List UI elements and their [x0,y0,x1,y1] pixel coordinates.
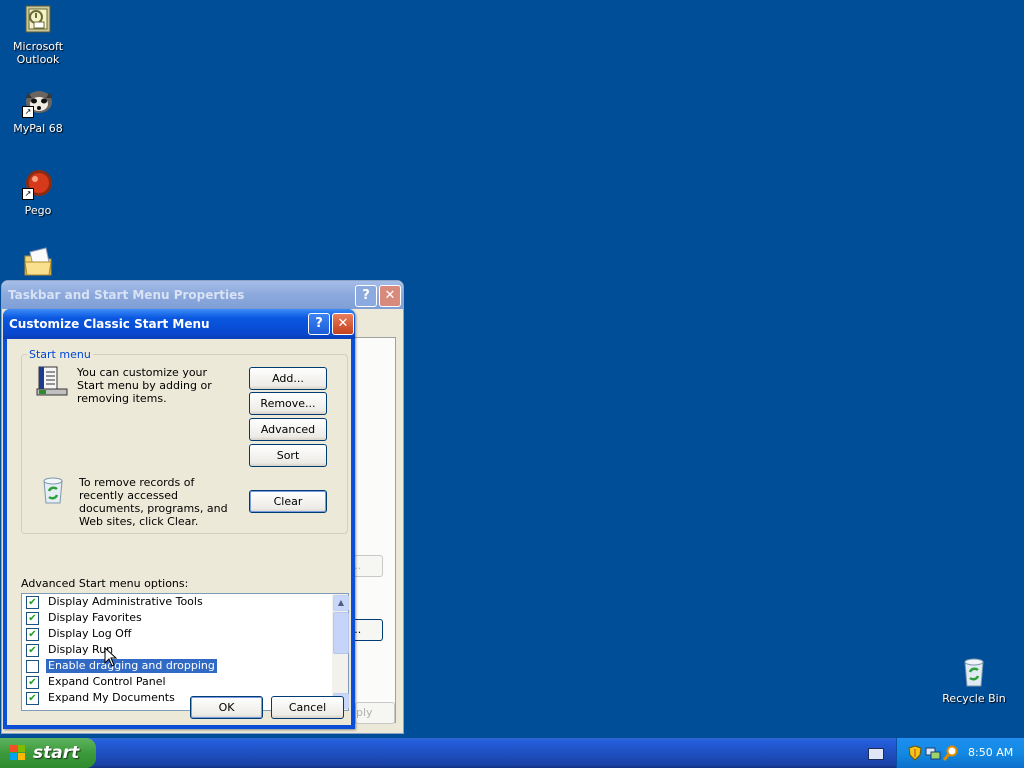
advanced-options-list[interactable]: ✔ Display Administrative Tools ✔ Display… [21,593,349,711]
start-label: start [33,743,80,763]
customize-description: You can customize your Start menu by add… [77,366,212,405]
list-item[interactable]: ✔ Display Run [26,642,326,658]
folder-envelope-icon [22,246,54,278]
desktop-icon-label: Microsoft Outlook [12,40,64,66]
clock[interactable]: 8:50 AM [968,738,1013,768]
checkbox[interactable]: ✔ [26,628,39,641]
pego-icon: ↗ [22,168,54,200]
option-label: Expand My Documents [48,691,175,704]
group-label: Start menu [27,348,93,361]
add-button[interactable]: Add... [249,367,327,390]
option-label: Display Administrative Tools [48,595,203,608]
recycle-bin-icon [958,656,990,688]
help-button[interactable]: ? [355,285,377,307]
checkbox[interactable]: ✔ [26,596,39,609]
desktop-icon-pego[interactable]: ↗ Pego [0,168,76,217]
outlook-icon [22,4,54,36]
scroll-up-icon[interactable]: ▲ [333,595,349,611]
shortcut-arrow-icon: ↗ [22,188,34,200]
customize-classic-start-menu-dialog[interactable]: Customize Classic Start Menu ? ✕ Start m… [3,309,355,729]
network-icon[interactable] [925,745,941,761]
option-label: Display Favorites [48,611,142,624]
advanced-options-label: Advanced Start menu options: [21,577,189,590]
list-item[interactable]: Enable dragging and dropping [26,658,326,674]
clear-button[interactable]: Clear [249,490,327,513]
obscured-apply-button[interactable]: ply [355,702,395,724]
desktop-icon-label: MyPal 68 [13,122,63,135]
start-button[interactable]: start [0,738,96,768]
dialog-body: Start menu You can customize your Start … [7,339,351,725]
search-icon[interactable] [942,745,959,761]
start-menu-icon [35,365,69,400]
option-label: Expand Control Panel [48,675,166,688]
window-title: Taskbar and Start Menu Properties [2,281,403,309]
close-button[interactable]: ✕ [379,285,401,307]
list-item[interactable]: ✔ Display Administrative Tools [26,594,326,610]
cancel-button[interactable]: Cancel [271,696,344,719]
keyboard-icon[interactable] [868,748,884,760]
desktop-icon-label: Recycle Bin [942,692,1006,705]
remove-button[interactable]: Remove... [249,392,327,415]
advanced-button[interactable]: Advanced [249,418,327,441]
mypal-icon: ↗ [22,86,54,118]
close-button[interactable]: ✕ [332,313,354,335]
sort-button[interactable]: Sort [249,444,327,467]
checkbox[interactable]: ✔ [26,692,39,705]
security-shield-icon[interactable] [907,745,923,761]
mouse-cursor-icon [104,646,118,667]
list-item[interactable]: ✔ Display Favorites [26,610,326,626]
dialog-title: Customize Classic Start Menu [3,309,355,339]
option-label-selected: Enable dragging and dropping [45,658,218,674]
desktop-icon-outlook[interactable]: Microsoft Outlook [0,4,76,66]
vertical-scrollbar[interactable]: ▲ ▼ [332,594,349,710]
checkbox[interactable]: ✔ [26,644,39,657]
checkbox[interactable] [26,660,39,673]
desktop-icon-mypal[interactable]: ↗ MyPal 68 [0,86,76,135]
option-label: Display Log Off [48,627,132,640]
list-item[interactable]: ✔ Display Log Off [26,626,326,642]
scroll-thumb[interactable] [333,612,349,654]
list-item[interactable]: ✔ Expand Control Panel [26,674,326,690]
desktop-icon-recycle-bin[interactable]: Recycle Bin [936,656,1012,705]
ok-button[interactable]: OK [190,696,263,719]
desktop-icon-folder[interactable] [0,246,76,282]
help-button[interactable]: ? [308,313,330,335]
clear-description: To remove records of recently accessed d… [79,476,228,528]
windows-logo-icon [10,745,26,761]
checkbox[interactable]: ✔ [26,676,39,689]
shortcut-arrow-icon: ↗ [22,106,34,118]
checkbox[interactable]: ✔ [26,612,39,625]
taskbar: start 8:50 AM [0,738,1024,768]
recycle-icon [37,473,69,508]
desktop-icon-label: Pego [24,204,52,217]
